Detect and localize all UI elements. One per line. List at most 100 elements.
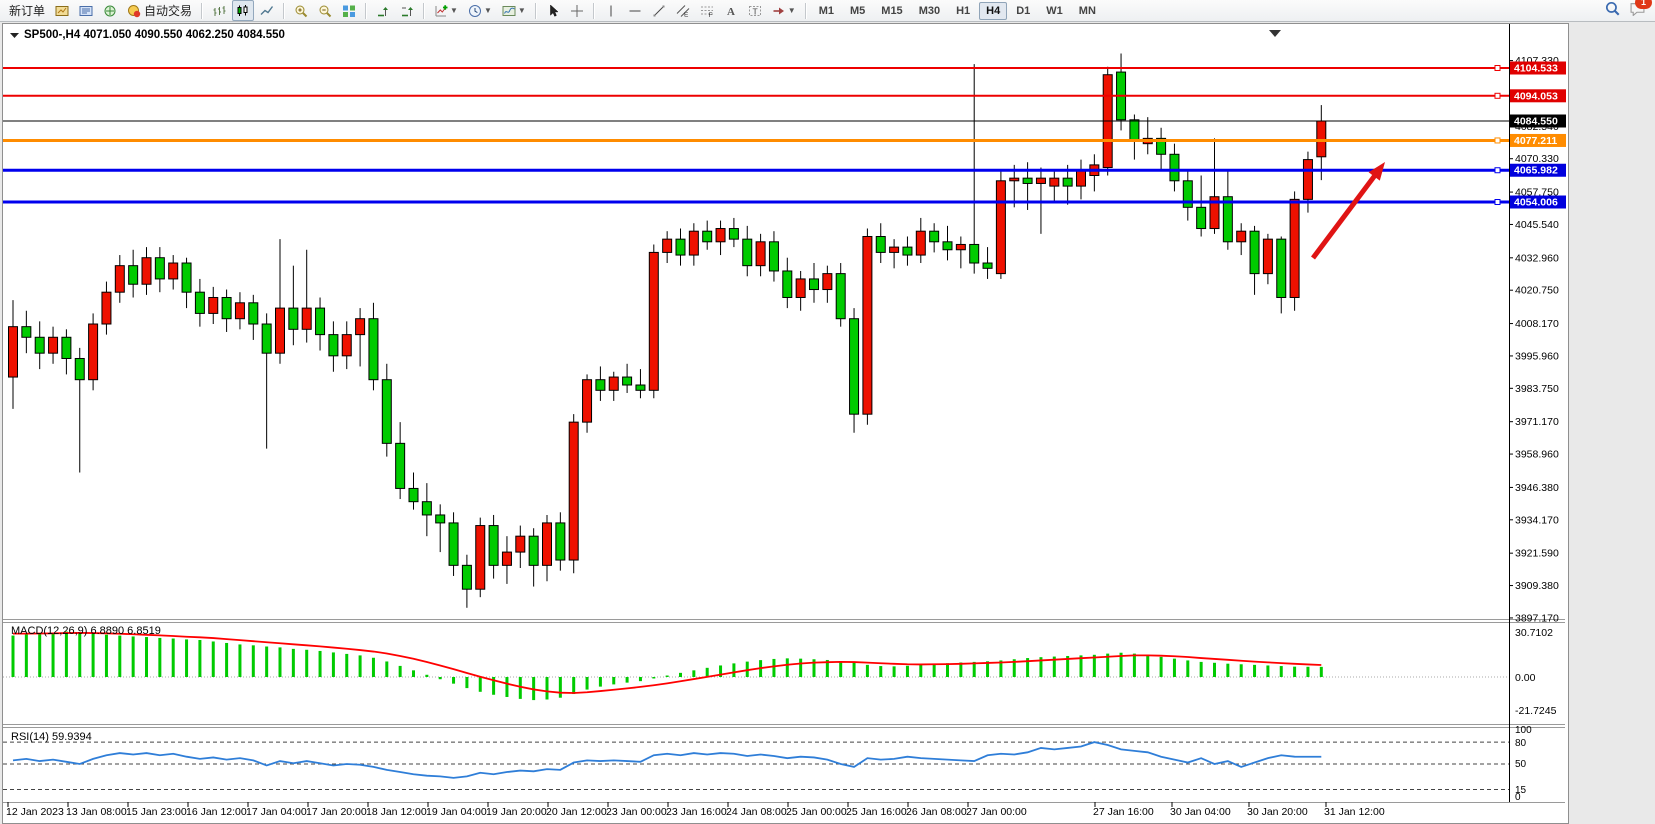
macd-bar bbox=[1306, 667, 1309, 677]
trendline-icon bbox=[652, 4, 666, 18]
toolbar-separator bbox=[201, 3, 203, 19]
candle-body bbox=[890, 247, 899, 252]
resistance-line-2-handle[interactable] bbox=[1495, 93, 1500, 98]
support-line-1-handle[interactable] bbox=[1495, 168, 1500, 173]
candle-body bbox=[409, 488, 418, 501]
macd-bar bbox=[679, 673, 682, 677]
templates-button[interactable]: ▼ bbox=[498, 0, 530, 21]
candle-body bbox=[262, 324, 271, 353]
macd-bar bbox=[879, 666, 882, 677]
timeframe-m15-button[interactable]: M15 bbox=[874, 2, 909, 20]
macd-bar bbox=[1173, 659, 1176, 677]
support-line-2-handle[interactable] bbox=[1495, 200, 1500, 205]
trendline-button[interactable] bbox=[648, 0, 670, 21]
candle-body bbox=[850, 319, 859, 414]
candlestick-chart-type-button[interactable] bbox=[232, 0, 254, 21]
candle-body bbox=[1050, 178, 1059, 186]
label-icon: T bbox=[748, 4, 762, 18]
support-line-2[interactable] bbox=[3, 200, 1509, 205]
timeframe-w1-button[interactable]: W1 bbox=[1039, 2, 1070, 20]
cursor-button[interactable] bbox=[542, 0, 564, 21]
zoom-out-button[interactable] bbox=[314, 0, 336, 21]
macd-bar bbox=[198, 640, 201, 677]
macd-bar bbox=[65, 632, 68, 677]
resistance-line-2[interactable] bbox=[3, 93, 1509, 98]
time-tick-label: 25 Jan 16:00 bbox=[846, 806, 907, 818]
price-tick-label: 3946.380 bbox=[1515, 482, 1559, 494]
equidistant-channel-button[interactable]: E bbox=[672, 0, 694, 21]
candle-body bbox=[716, 229, 725, 242]
candle-body bbox=[1197, 207, 1206, 228]
macd-bar bbox=[772, 659, 775, 677]
macd-bar bbox=[265, 647, 268, 677]
market-watch-icon[interactable] bbox=[75, 0, 97, 21]
chevron-down-icon: ▼ bbox=[788, 6, 796, 15]
chevron-down-icon: ▼ bbox=[518, 6, 526, 15]
charts-window-icon[interactable] bbox=[51, 0, 73, 21]
chart-shift-button[interactable] bbox=[396, 0, 418, 21]
candle-body bbox=[729, 229, 738, 240]
one-click-trading-arrow-icon[interactable] bbox=[10, 33, 19, 38]
pivot-line[interactable] bbox=[3, 138, 1509, 143]
timeframe-m5-button[interactable]: M5 bbox=[843, 2, 872, 20]
shapes-button[interactable]: ▼ bbox=[768, 0, 800, 21]
candle-body bbox=[1036, 178, 1045, 183]
toolbar-separator bbox=[535, 3, 537, 19]
crosshair-icon bbox=[570, 4, 584, 18]
fibonacci-button[interactable]: F bbox=[696, 0, 718, 21]
pivot-line-handle[interactable] bbox=[1495, 138, 1500, 143]
price-tick-label: 4032.960 bbox=[1515, 252, 1559, 264]
navigator-icon[interactable] bbox=[99, 0, 121, 21]
macd-bar bbox=[1280, 666, 1283, 677]
auto-scroll-button[interactable] bbox=[372, 0, 394, 21]
tile-windows-button[interactable] bbox=[338, 0, 360, 21]
trend-arrow-shaft[interactable] bbox=[1313, 170, 1379, 258]
candle-body bbox=[769, 242, 778, 271]
timeframe-m1-button[interactable]: M1 bbox=[812, 2, 841, 20]
crosshair-button[interactable] bbox=[566, 0, 588, 21]
timeframe-d1-button[interactable]: D1 bbox=[1009, 2, 1037, 20]
search-icon bbox=[1605, 1, 1620, 16]
support-line-1[interactable] bbox=[3, 168, 1509, 173]
timeframe-h4-button[interactable]: H4 bbox=[979, 2, 1007, 20]
resistance-line-1[interactable] bbox=[3, 66, 1509, 71]
macd-bar bbox=[238, 644, 241, 677]
price-axis: 4107.3304082.5404070.3304057.7504045.540… bbox=[1509, 55, 1566, 624]
indicators-button[interactable]: ▼ bbox=[430, 0, 462, 21]
notifications-button[interactable]: 1 bbox=[1630, 1, 1645, 21]
chart-shift-marker[interactable] bbox=[1269, 30, 1281, 37]
search-button[interactable] bbox=[1605, 1, 1620, 21]
chart-window: 4107.3304082.5404070.3304057.7504045.540… bbox=[2, 23, 1569, 824]
timeframe-m30-button[interactable]: M30 bbox=[912, 2, 947, 20]
macd-bar bbox=[612, 677, 615, 684]
trend-arrow[interactable] bbox=[1313, 162, 1385, 258]
candle-body bbox=[876, 236, 885, 252]
price-badge-label: 4077.211 bbox=[1514, 135, 1557, 147]
timeframe-h1-button[interactable]: H1 bbox=[949, 2, 977, 20]
label-button[interactable]: T bbox=[744, 0, 766, 21]
price-badge-label: 4054.006 bbox=[1514, 197, 1558, 209]
macd-bar bbox=[385, 661, 388, 677]
resistance-line-1-handle[interactable] bbox=[1495, 66, 1500, 71]
text-button[interactable]: A bbox=[720, 0, 742, 21]
macd-bar bbox=[158, 638, 161, 677]
macd-bar bbox=[652, 677, 655, 678]
chart-window-icon bbox=[55, 4, 69, 18]
autotrading-button[interactable]: 自动交易 bbox=[123, 0, 196, 21]
vertical-line-button[interactable] bbox=[600, 0, 622, 21]
price-tick-label: 3897.170 bbox=[1515, 612, 1559, 624]
new-order-button[interactable]: 新订单 bbox=[5, 0, 49, 21]
line-chart-type-button[interactable] bbox=[256, 0, 278, 21]
candle-body bbox=[209, 297, 218, 313]
periods-button[interactable]: ▼ bbox=[464, 0, 496, 21]
svg-text:T: T bbox=[752, 6, 757, 16]
time-tick-label: 27 Jan 00:00 bbox=[966, 806, 1027, 818]
candle-body bbox=[49, 337, 58, 353]
bar-chart-type-button[interactable] bbox=[208, 0, 230, 21]
macd-bar bbox=[279, 647, 282, 677]
price-tick-label: 3958.960 bbox=[1515, 449, 1559, 461]
macd-bar bbox=[1226, 664, 1229, 677]
timeframe-mn-button[interactable]: MN bbox=[1072, 2, 1103, 20]
horizontal-line-button[interactable] bbox=[624, 0, 646, 21]
zoom-in-button[interactable] bbox=[290, 0, 312, 21]
